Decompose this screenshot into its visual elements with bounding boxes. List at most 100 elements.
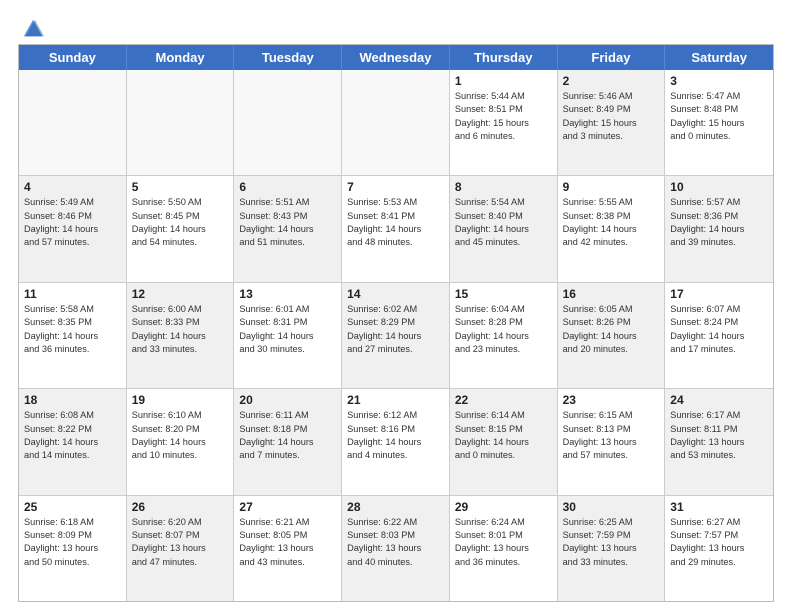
- day-number: 24: [670, 393, 768, 407]
- day-number: 2: [563, 74, 660, 88]
- day-cell-7: 7 Sunrise: 5:53 AM Sunset: 8:41 PM Daylig…: [342, 176, 450, 281]
- empty-cell-0-0: [19, 70, 127, 175]
- day-info: Sunrise: 5:44 AM Sunset: 8:51 PM Dayligh…: [455, 90, 552, 143]
- day-info: Sunrise: 6:15 AM Sunset: 8:13 PM Dayligh…: [563, 409, 660, 462]
- day-cell-26: 26 Sunrise: 6:20 AM Sunset: 8:07 PM Dayli…: [127, 496, 235, 601]
- day-cell-22: 22Sunrise: 6:14 AM Sunset: 8:15 PM Dayli…: [450, 389, 558, 494]
- day-info: Sunrise: 6:01 AM Sunset: 8:31 PM Dayligh…: [239, 303, 336, 356]
- day-info: Sunrise: 6:10 AM Sunset: 8:20 PM Dayligh…: [132, 409, 229, 462]
- day-cell-19: 19 Sunrise: 6:10 AM Sunset: 8:20 PM Dayli…: [127, 389, 235, 494]
- day-info: Sunrise: 5:51 AM Sunset: 8:43 PM Dayligh…: [239, 196, 336, 249]
- header-day-friday: Friday: [558, 45, 666, 70]
- day-cell-31: 31 Sunrise: 6:27 AM Sunset: 7:57 PM Dayli…: [665, 496, 773, 601]
- day-info: Sunrise: 5:53 AM Sunset: 8:41 PM Dayligh…: [347, 196, 444, 249]
- day-number: 29: [455, 500, 552, 514]
- page: SundayMondayTuesdayWednesdayThursdayFrid…: [0, 0, 792, 612]
- day-number: 18: [24, 393, 121, 407]
- day-info: Sunrise: 6:07 AM Sunset: 8:24 PM Dayligh…: [670, 303, 768, 356]
- day-info: Sunrise: 6:12 AM Sunset: 8:16 PM Dayligh…: [347, 409, 444, 462]
- day-cell-17: 17 Sunrise: 6:07 AM Sunset: 8:24 PM Dayli…: [665, 283, 773, 388]
- day-info: Sunrise: 6:21 AM Sunset: 8:05 PM Dayligh…: [239, 516, 336, 569]
- day-cell-24: 24Sunrise: 6:17 AM Sunset: 8:11 PM Dayli…: [665, 389, 773, 494]
- day-cell-3: 3 Sunrise: 5:47 AM Sunset: 8:48 PM Daylig…: [665, 70, 773, 175]
- logo-icon: [22, 18, 44, 40]
- calendar-row-1: 4 Sunrise: 5:49 AM Sunset: 8:46 PM Daylig…: [19, 176, 773, 282]
- empty-cell-0-2: [234, 70, 342, 175]
- day-number: 28: [347, 500, 444, 514]
- day-info: Sunrise: 6:25 AM Sunset: 7:59 PM Dayligh…: [563, 516, 660, 569]
- day-info: Sunrise: 5:47 AM Sunset: 8:48 PM Dayligh…: [670, 90, 768, 143]
- day-number: 23: [563, 393, 660, 407]
- logo: [18, 18, 44, 36]
- day-cell-30: 30 Sunrise: 6:25 AM Sunset: 7:59 PM Dayli…: [558, 496, 666, 601]
- header-day-thursday: Thursday: [450, 45, 558, 70]
- day-info: Sunrise: 6:11 AM Sunset: 8:18 PM Dayligh…: [239, 409, 336, 462]
- day-cell-14: 14 Sunrise: 6:02 AM Sunset: 8:29 PM Dayli…: [342, 283, 450, 388]
- day-number: 25: [24, 500, 121, 514]
- day-info: Sunrise: 6:24 AM Sunset: 8:01 PM Dayligh…: [455, 516, 552, 569]
- day-number: 6: [239, 180, 336, 194]
- header-day-saturday: Saturday: [665, 45, 773, 70]
- day-number: 1: [455, 74, 552, 88]
- day-cell-28: 28 Sunrise: 6:22 AM Sunset: 8:03 PM Dayli…: [342, 496, 450, 601]
- day-number: 19: [132, 393, 229, 407]
- day-cell-11: 11Sunrise: 5:58 AM Sunset: 8:35 PM Dayli…: [19, 283, 127, 388]
- day-number: 13: [239, 287, 336, 301]
- day-info: Sunrise: 5:46 AM Sunset: 8:49 PM Dayligh…: [563, 90, 660, 143]
- day-info: Sunrise: 6:20 AM Sunset: 8:07 PM Dayligh…: [132, 516, 229, 569]
- day-cell-16: 16 Sunrise: 6:05 AM Sunset: 8:26 PM Dayli…: [558, 283, 666, 388]
- day-cell-6: 6 Sunrise: 5:51 AM Sunset: 8:43 PM Daylig…: [234, 176, 342, 281]
- day-number: 9: [563, 180, 660, 194]
- day-number: 20: [239, 393, 336, 407]
- day-info: Sunrise: 5:54 AM Sunset: 8:40 PM Dayligh…: [455, 196, 552, 249]
- day-info: Sunrise: 6:00 AM Sunset: 8:33 PM Dayligh…: [132, 303, 229, 356]
- day-cell-23: 23 Sunrise: 6:15 AM Sunset: 8:13 PM Dayli…: [558, 389, 666, 494]
- day-cell-13: 13 Sunrise: 6:01 AM Sunset: 8:31 PM Dayli…: [234, 283, 342, 388]
- day-number: 27: [239, 500, 336, 514]
- day-cell-4: 4 Sunrise: 5:49 AM Sunset: 8:46 PM Daylig…: [19, 176, 127, 281]
- day-info: Sunrise: 5:49 AM Sunset: 8:46 PM Dayligh…: [24, 196, 121, 249]
- day-info: Sunrise: 6:22 AM Sunset: 8:03 PM Dayligh…: [347, 516, 444, 569]
- day-number: 21: [347, 393, 444, 407]
- day-number: 14: [347, 287, 444, 301]
- day-cell-20: 20 Sunrise: 6:11 AM Sunset: 8:18 PM Dayli…: [234, 389, 342, 494]
- day-number: 11: [24, 287, 121, 301]
- day-cell-18: 18 Sunrise: 6:08 AM Sunset: 8:22 PM Dayli…: [19, 389, 127, 494]
- day-number: 10: [670, 180, 768, 194]
- day-cell-15: 15Sunrise: 6:04 AM Sunset: 8:28 PM Dayli…: [450, 283, 558, 388]
- day-number: 26: [132, 500, 229, 514]
- day-cell-1: 1 Sunrise: 5:44 AM Sunset: 8:51 PM Daylig…: [450, 70, 558, 175]
- day-info: Sunrise: 6:14 AM Sunset: 8:15 PM Dayligh…: [455, 409, 552, 462]
- header: [18, 18, 774, 36]
- day-info: Sunrise: 6:05 AM Sunset: 8:26 PM Dayligh…: [563, 303, 660, 356]
- calendar-header: SundayMondayTuesdayWednesdayThursdayFrid…: [19, 45, 773, 70]
- day-number: 8: [455, 180, 552, 194]
- header-day-wednesday: Wednesday: [342, 45, 450, 70]
- day-cell-25: 25 Sunrise: 6:18 AM Sunset: 8:09 PM Dayli…: [19, 496, 127, 601]
- day-number: 12: [132, 287, 229, 301]
- header-day-sunday: Sunday: [19, 45, 127, 70]
- calendar-row-0: 1 Sunrise: 5:44 AM Sunset: 8:51 PM Daylig…: [19, 70, 773, 176]
- day-info: Sunrise: 6:18 AM Sunset: 8:09 PM Dayligh…: [24, 516, 121, 569]
- empty-cell-0-3: [342, 70, 450, 175]
- day-cell-2: 2 Sunrise: 5:46 AM Sunset: 8:49 PM Daylig…: [558, 70, 666, 175]
- day-info: Sunrise: 6:08 AM Sunset: 8:22 PM Dayligh…: [24, 409, 121, 462]
- day-cell-12: 12 Sunrise: 6:00 AM Sunset: 8:33 PM Dayli…: [127, 283, 235, 388]
- day-number: 16: [563, 287, 660, 301]
- day-cell-27: 27 Sunrise: 6:21 AM Sunset: 8:05 PM Dayli…: [234, 496, 342, 601]
- day-number: 4: [24, 180, 121, 194]
- day-info: Sunrise: 6:02 AM Sunset: 8:29 PM Dayligh…: [347, 303, 444, 356]
- calendar-row-2: 11Sunrise: 5:58 AM Sunset: 8:35 PM Dayli…: [19, 283, 773, 389]
- day-info: Sunrise: 6:04 AM Sunset: 8:28 PM Dayligh…: [455, 303, 552, 356]
- day-number: 3: [670, 74, 768, 88]
- day-number: 17: [670, 287, 768, 301]
- day-number: 7: [347, 180, 444, 194]
- day-info: Sunrise: 6:27 AM Sunset: 7:57 PM Dayligh…: [670, 516, 768, 569]
- day-cell-5: 5Sunrise: 5:50 AM Sunset: 8:45 PM Daylig…: [127, 176, 235, 281]
- day-cell-10: 10Sunrise: 5:57 AM Sunset: 8:36 PM Dayli…: [665, 176, 773, 281]
- day-number: 30: [563, 500, 660, 514]
- day-cell-9: 9Sunrise: 5:55 AM Sunset: 8:38 PM Daylig…: [558, 176, 666, 281]
- day-number: 31: [670, 500, 768, 514]
- calendar: SundayMondayTuesdayWednesdayThursdayFrid…: [18, 44, 774, 602]
- calendar-row-3: 18 Sunrise: 6:08 AM Sunset: 8:22 PM Dayli…: [19, 389, 773, 495]
